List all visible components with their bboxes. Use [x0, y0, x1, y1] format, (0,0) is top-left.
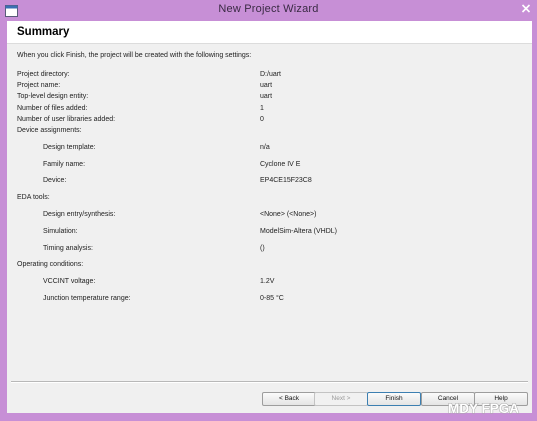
- summary-label: Project directory:: [17, 71, 70, 78]
- watermark-text: MDY FPGA: [448, 401, 519, 416]
- wizard-window: New Project Wizard Summary When you clic…: [0, 0, 537, 421]
- close-icon: [521, 0, 531, 18]
- summary-label: Junction temperature range:: [43, 295, 131, 302]
- back-button[interactable]: < Back: [262, 392, 316, 406]
- page-header: Summary: [7, 21, 532, 44]
- summary-label: Top-level design entity:: [17, 93, 89, 101]
- summary-value: ModelSim-Altera (VHDL): [260, 227, 338, 235]
- summary-label: VCCINT voltage:: [43, 278, 96, 286]
- summary-label: Family name:: [43, 160, 86, 168]
- summary-value: EP4CE15F23C8: [260, 177, 312, 185]
- summary-label: Number of files added:: [17, 104, 88, 112]
- footer-separator: [11, 381, 528, 383]
- summary-label: Project name:: [17, 82, 61, 90]
- summary-label: Timing analysis:: [43, 244, 93, 252]
- summary-value: uart: [260, 93, 273, 101]
- summary-value: (): [260, 244, 265, 252]
- summary-value: 1.2V: [260, 278, 275, 286]
- title-bar[interactable]: New Project Wizard: [0, 0, 537, 21]
- summary-value: 0: [260, 115, 264, 123]
- summary-value: D:/uart: [260, 71, 282, 78]
- summary-label: Number of user libraries added:: [17, 115, 116, 123]
- watermark: MDY FPGA: [448, 401, 520, 417]
- summary-value: Cyclone IV E: [260, 160, 301, 168]
- summary-value: uart: [260, 82, 273, 90]
- window-title: New Project Wizard: [218, 3, 319, 15]
- close-button[interactable]: [518, 2, 534, 16]
- summary-label: Operating conditions:: [17, 261, 84, 269]
- summary-value: 0-85 °C: [260, 295, 284, 302]
- next-button[interactable]: Next >: [314, 392, 368, 406]
- wizard-client-area: Summary When you click Finish, the proje…: [7, 21, 532, 413]
- finish-button[interactable]: Finish: [367, 392, 421, 406]
- summary-label: Simulation:: [43, 227, 78, 235]
- summary-label: EDA tools:: [17, 194, 50, 202]
- summary-value: n/a: [260, 143, 270, 151]
- summary-label: Design entry/synthesis:: [43, 211, 116, 218]
- summary-label: Device assignments:: [17, 127, 82, 134]
- page-title: Summary: [17, 26, 70, 38]
- summary-value: <None> (<None>): [260, 211, 317, 218]
- summary-label: Device:: [43, 177, 67, 185]
- summary-value: 1: [260, 104, 264, 112]
- intro-text: When you click Finish, the project will …: [17, 52, 252, 59]
- summary-label: Design template:: [43, 143, 96, 151]
